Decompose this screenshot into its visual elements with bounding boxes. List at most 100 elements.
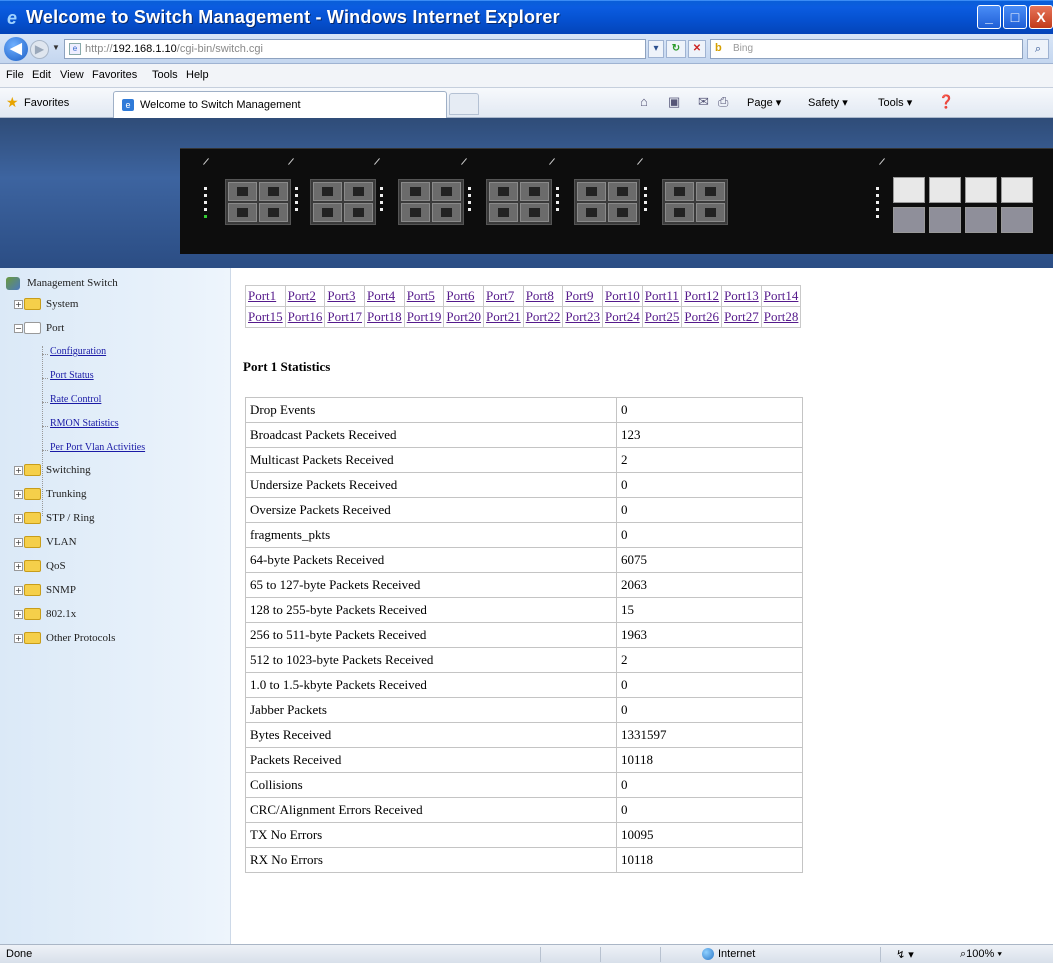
tree-link-port-status[interactable]: Port Status: [50, 370, 94, 381]
port-link[interactable]: Port19: [403, 306, 445, 328]
sfp-port-27[interactable]: [965, 177, 997, 203]
security-zone[interactable]: Internet: [702, 948, 755, 961]
port-link[interactable]: Port1: [245, 285, 286, 307]
stat-label: Drop Events: [245, 397, 617, 423]
port-link[interactable]: Port23: [562, 306, 604, 328]
search-icon[interactable]: ⌕: [1027, 39, 1049, 59]
tree-root[interactable]: Management Switch: [6, 277, 118, 290]
sfp-port-28[interactable]: [1001, 177, 1033, 203]
combo-port-28[interactable]: [1001, 207, 1033, 233]
sfp-port-26[interactable]: [929, 177, 961, 203]
search-input[interactable]: b Bing: [710, 39, 1023, 59]
address-dropdown-icon[interactable]: ▾: [648, 40, 664, 58]
forward-button[interactable]: ▶: [30, 40, 49, 59]
menu-edit[interactable]: Edit: [32, 69, 51, 81]
stat-value: 1331597: [616, 722, 803, 748]
port-link[interactable]: Port24: [602, 306, 643, 328]
port-link[interactable]: Port25: [641, 306, 683, 328]
page-menu[interactable]: Page ▾: [747, 96, 781, 109]
table-row: Broadcast Packets Received 123: [245, 422, 803, 448]
table-row: 128 to 255-byte Packets Received 15: [245, 597, 803, 623]
port-link[interactable]: Port15: [245, 306, 286, 328]
tree-folder-8021x[interactable]: +802.1x: [14, 608, 76, 621]
mail-icon[interactable]: ✉: [698, 94, 709, 110]
address-input[interactable]: e http://192.168.1.10/cgi-bin/switch.cgi: [64, 39, 646, 59]
port-group-6[interactable]: [662, 179, 728, 225]
tab-switch-management[interactable]: e Welcome to Switch Management: [113, 91, 447, 118]
port-link[interactable]: Port17: [324, 306, 366, 328]
favorites-star-icon[interactable]: ★: [6, 95, 19, 109]
port-link[interactable]: Port18: [364, 306, 405, 328]
sfp-port-25[interactable]: [893, 177, 925, 203]
tree-folder-other-protocols[interactable]: + Other Protocols: [14, 632, 115, 645]
maximize-button[interactable]: □: [1003, 5, 1027, 29]
port-link[interactable]: Port26: [681, 306, 723, 328]
port-group-3[interactable]: [398, 179, 464, 225]
menu-view[interactable]: View: [60, 69, 84, 81]
port-link[interactable]: Port4: [364, 285, 405, 307]
stat-value: 2063: [616, 572, 803, 598]
tools-menu[interactable]: Tools ▾: [878, 96, 912, 109]
stat-label: fragments_pkts: [245, 522, 617, 548]
back-button[interactable]: ◀: [4, 37, 28, 61]
menu-file[interactable]: File: [6, 69, 24, 81]
port-link[interactable]: Port13: [721, 285, 762, 307]
port-link[interactable]: Port2: [284, 285, 326, 307]
menu-help[interactable]: Help: [186, 69, 209, 81]
tree-link-per-port-vlan[interactable]: Per Port Vlan Activities: [50, 442, 145, 453]
tree-link-rmon-statistics[interactable]: RMON Statistics: [50, 418, 119, 429]
tree-folder-switching[interactable]: + Switching: [14, 464, 91, 477]
port-link[interactable]: Port14: [760, 285, 802, 307]
tree-folder-qos[interactable]: + QoS: [14, 560, 66, 573]
port-link[interactable]: Port6: [443, 285, 485, 307]
combo-port-27[interactable]: [965, 207, 997, 233]
port-group-4[interactable]: [486, 179, 552, 225]
tree-link-configuration[interactable]: Configuration: [50, 346, 106, 357]
combo-port-25[interactable]: [893, 207, 925, 233]
protected-mode-icon[interactable]: ↯ ▾: [896, 948, 914, 961]
tree-link-rate-control[interactable]: Rate Control: [50, 394, 101, 405]
port-link[interactable]: Port28: [760, 306, 802, 328]
port-group-5[interactable]: [574, 179, 640, 225]
port-group-1[interactable]: [225, 179, 291, 225]
port-group-2[interactable]: [310, 179, 376, 225]
combo-port-26[interactable]: [929, 207, 961, 233]
menu-favorites[interactable]: Favorites: [92, 69, 137, 81]
port-link[interactable]: Port11: [641, 285, 683, 307]
port-link[interactable]: Port3: [324, 285, 366, 307]
port-link[interactable]: Port22: [522, 306, 564, 328]
close-button[interactable]: X: [1029, 5, 1053, 29]
tree-folder-snmp[interactable]: + SNMP: [14, 584, 76, 597]
port-link[interactable]: Port8: [522, 285, 564, 307]
minimize-button[interactable]: _: [977, 5, 1001, 29]
favorites-button[interactable]: Favorites: [24, 97, 69, 109]
port-link[interactable]: Port7: [483, 285, 524, 307]
help-icon[interactable]: ❓: [938, 94, 954, 110]
tree-folder-port[interactable]: − Port: [14, 322, 64, 335]
port-link[interactable]: Port27: [721, 306, 762, 328]
safety-menu[interactable]: Safety ▾: [808, 96, 848, 109]
tree-folder-stp-ring[interactable]: + STP / Ring: [14, 512, 95, 525]
port-link[interactable]: Port5: [403, 285, 445, 307]
print-icon[interactable]: ⎙: [718, 94, 728, 110]
collapse-icon[interactable]: −: [14, 323, 23, 333]
tree-folder-trunking[interactable]: + Trunking: [14, 488, 87, 501]
menu-tools[interactable]: Tools: [152, 69, 178, 81]
refresh-icon[interactable]: ↻: [666, 40, 686, 58]
port-link[interactable]: Port16: [284, 306, 326, 328]
history-dropdown-icon[interactable]: ▼: [52, 43, 60, 52]
expand-icon[interactable]: +: [14, 299, 23, 309]
address-url[interactable]: http://192.168.1.10/cgi-bin/switch.cgi: [85, 43, 263, 55]
tree-folder-vlan[interactable]: + VLAN: [14, 536, 77, 549]
home-icon[interactable]: ⌂: [640, 94, 648, 109]
tree-folder-system[interactable]: + System: [14, 298, 78, 311]
port-link[interactable]: Port10: [602, 285, 643, 307]
new-tab-button[interactable]: [449, 93, 479, 115]
port-link[interactable]: Port9: [562, 285, 604, 307]
zoom-level[interactable]: ⌕100% ▾: [960, 948, 1002, 961]
port-link[interactable]: Port12: [681, 285, 723, 307]
port-link[interactable]: Port20: [443, 306, 485, 328]
stop-icon[interactable]: ✕: [688, 40, 706, 58]
port-link[interactable]: Port21: [483, 306, 524, 328]
feeds-icon[interactable]: ▣: [668, 94, 680, 110]
